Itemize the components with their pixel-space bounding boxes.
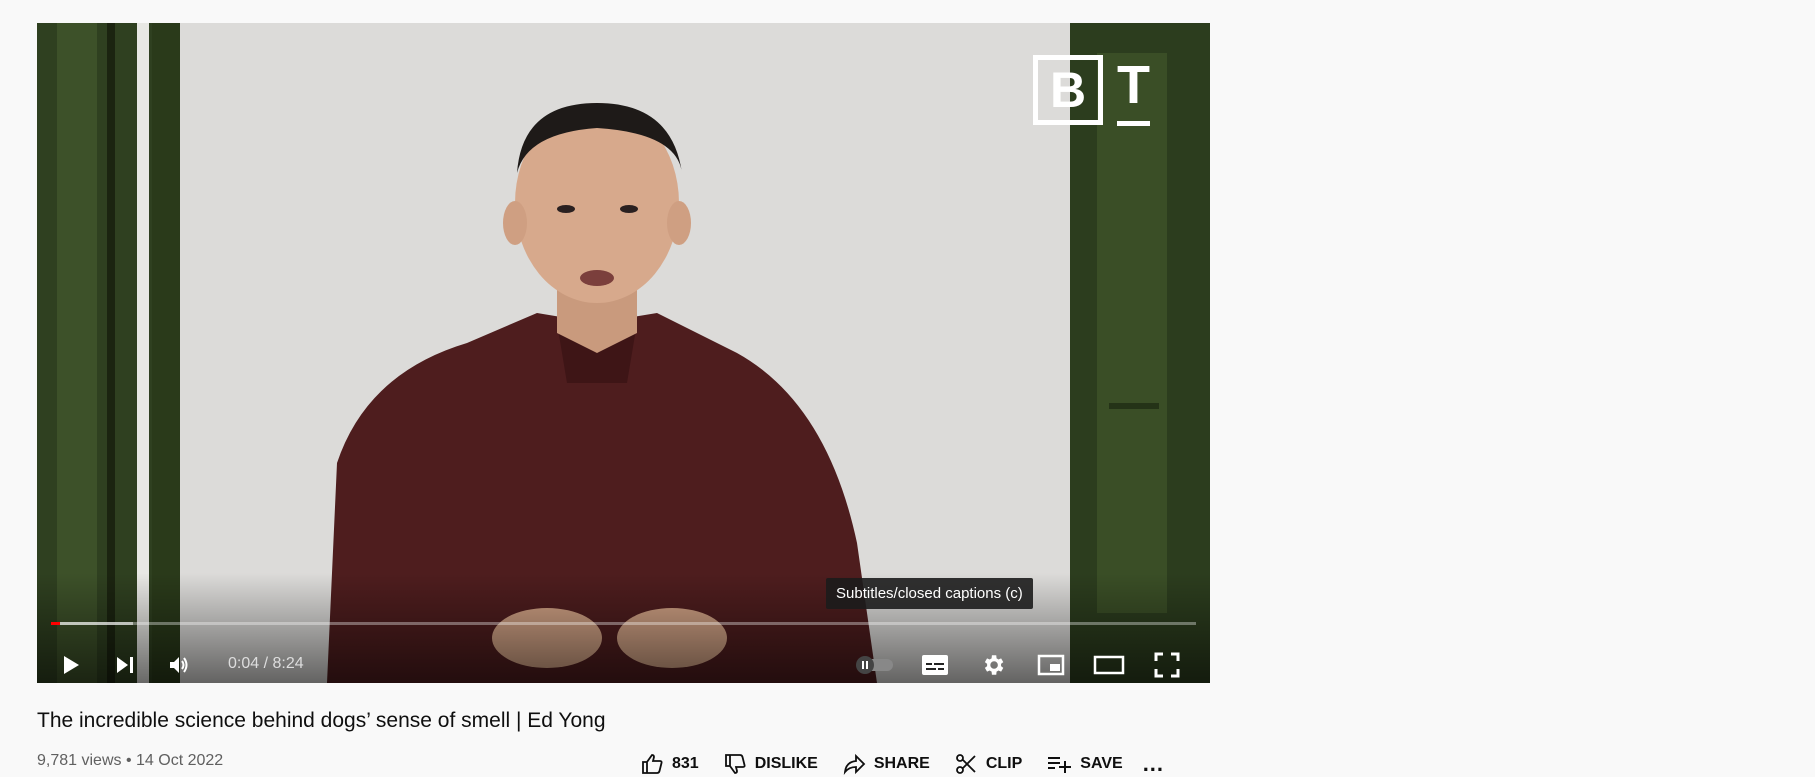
duration: 8:24 bbox=[272, 655, 304, 672]
like-icon bbox=[642, 754, 663, 774]
current-time: 0:04 bbox=[228, 655, 260, 672]
dislike-icon bbox=[724, 754, 746, 774]
save-button[interactable]: SAVE bbox=[1046, 752, 1123, 776]
share-button[interactable]: SHARE bbox=[842, 752, 930, 776]
progress-buffered bbox=[51, 622, 134, 625]
next-icon bbox=[117, 657, 133, 673]
tooltip: Subtitles/closed captions (c) bbox=[826, 578, 1033, 609]
volume-icon bbox=[170, 657, 188, 673]
time-separator: / bbox=[263, 655, 269, 672]
settings-icon bbox=[984, 655, 1004, 675]
clip-icon bbox=[955, 754, 976, 774]
view-count: 9,781 views bbox=[37, 752, 122, 769]
time-display: 0:04 / 8:24 bbox=[228, 655, 304, 673]
miniplayer-icon bbox=[1037, 654, 1065, 676]
meta-separator: • bbox=[125, 752, 132, 769]
more-icon: ... bbox=[1142, 751, 1165, 776]
like-button[interactable]: 831 bbox=[640, 752, 699, 776]
channel-watermark-logo: B T bbox=[1033, 55, 1150, 126]
subtitles-button[interactable] bbox=[909, 643, 961, 683]
fullscreen-icon bbox=[1154, 652, 1180, 678]
clip-label: CLIP bbox=[985, 755, 1023, 772]
theater-mode-button[interactable] bbox=[1083, 643, 1135, 683]
theater-mode-icon bbox=[1093, 655, 1125, 675]
play-icon bbox=[64, 656, 79, 674]
save-label: SAVE bbox=[1080, 755, 1123, 772]
miniplayer-button[interactable] bbox=[1025, 643, 1077, 683]
progress-played bbox=[51, 622, 61, 625]
autoplay-toggle[interactable] bbox=[849, 643, 901, 683]
like-count: 831 bbox=[672, 755, 699, 772]
logo-letter-b: B bbox=[1033, 55, 1103, 125]
dislike-label: DISLIKE bbox=[754, 755, 818, 772]
clip-button[interactable]: CLIP bbox=[954, 752, 1022, 776]
next-button[interactable] bbox=[101, 643, 149, 683]
upload-date: 14 Oct 2022 bbox=[136, 752, 224, 769]
dislike-button[interactable]: DISLIKE bbox=[723, 752, 818, 776]
subtitles-icon bbox=[922, 655, 948, 675]
progress-bar[interactable] bbox=[51, 622, 1196, 625]
video-player[interactable]: B T Subtitles/closed captions (c) 0:04 /… bbox=[37, 23, 1210, 683]
video-title: The incredible science behind dogs’ sens… bbox=[37, 709, 606, 732]
share-icon bbox=[843, 753, 866, 775]
fullscreen-button[interactable] bbox=[1141, 643, 1193, 683]
video-meta: 9,781 views • 14 Oct 2022 bbox=[37, 752, 223, 770]
play-button[interactable] bbox=[47, 643, 95, 683]
more-actions-button[interactable]: ... bbox=[1143, 751, 1164, 777]
mute-button[interactable] bbox=[155, 643, 203, 683]
autoplay-toggle-icon bbox=[856, 656, 893, 674]
action-bar: 831 DISLIKE SHARE CLIP SAVE ... bbox=[640, 751, 1188, 777]
share-label: SHARE bbox=[873, 755, 930, 772]
settings-button[interactable] bbox=[967, 643, 1019, 683]
save-icon bbox=[1048, 757, 1072, 773]
logo-letter-t: T bbox=[1117, 55, 1150, 126]
